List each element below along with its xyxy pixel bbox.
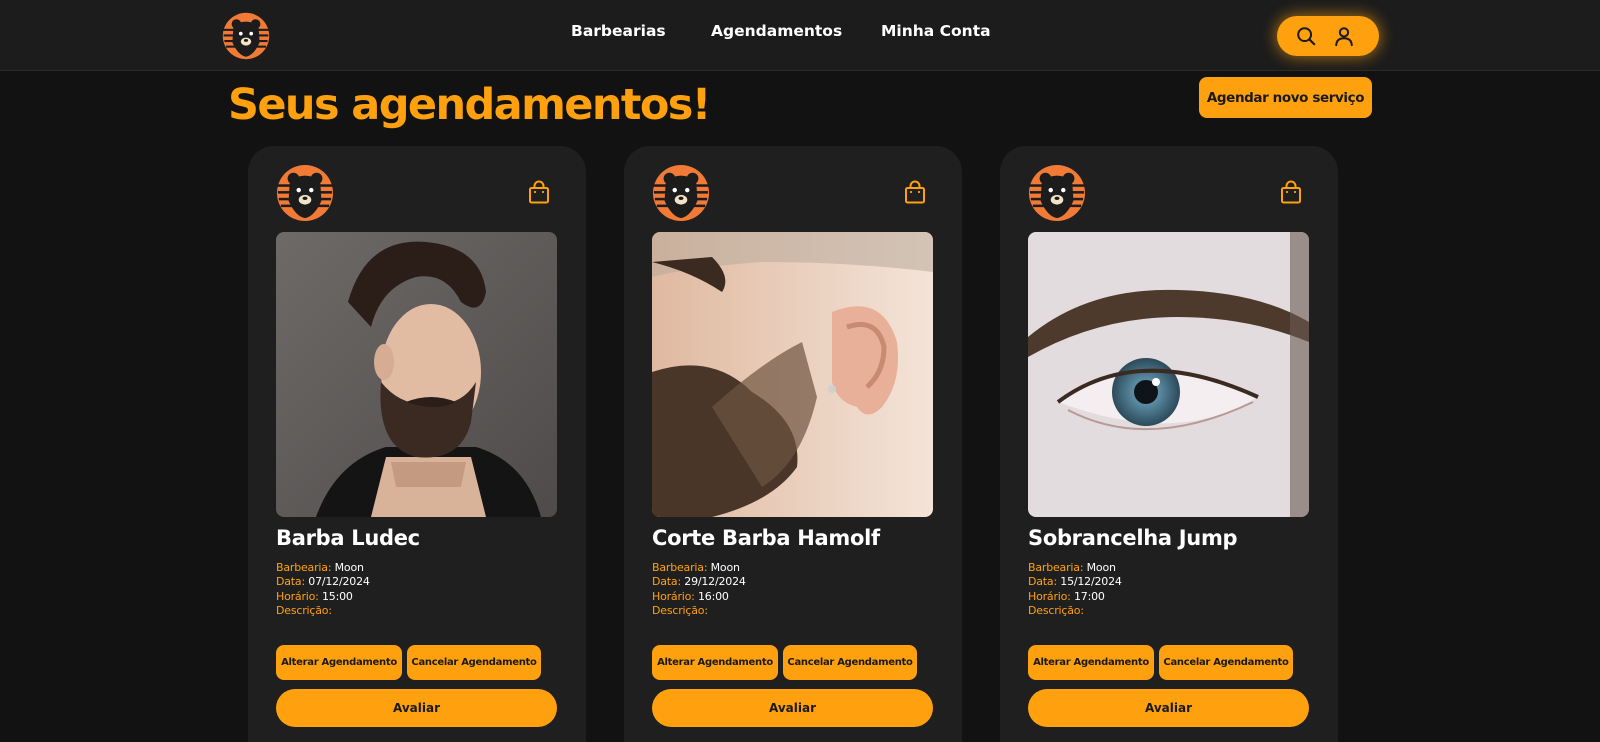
barbearia-value: Moon <box>1086 561 1116 574</box>
appointment-details: Barbearia: Moon Data: 07/12/2024 Horário… <box>276 561 370 619</box>
service-name: Barba Ludec <box>276 526 420 550</box>
description-label: Descrição: <box>652 604 708 618</box>
appointment-card: Corte Barba Hamolf Barbearia: Moon Data:… <box>624 146 962 742</box>
description-label: Descrição: <box>276 604 332 618</box>
time-label: Horário: <box>1028 589 1071 603</box>
alter-appointment-button[interactable]: Alterar Agendamento <box>276 645 402 680</box>
barbearia-label: Barbearia: <box>1028 561 1084 574</box>
brand-logo[interactable] <box>222 12 270 60</box>
nav-link-minha-conta[interactable]: Minha Conta <box>881 22 991 40</box>
date-value: 29/12/2024 <box>684 575 746 589</box>
shopping-bag-icon[interactable] <box>904 180 926 204</box>
cancel-appointment-button[interactable]: Cancelar Agendamento <box>783 645 917 680</box>
barbearia-value: Moon <box>334 561 364 574</box>
nav-link-barbearias[interactable]: Barbearias <box>571 22 666 40</box>
service-photo-eyebrow <box>1028 232 1309 517</box>
user-icon[interactable] <box>1333 25 1355 47</box>
bear-logo-icon <box>652 164 710 222</box>
appointment-details: Barbearia: Moon Data: 29/12/2024 Horário… <box>652 561 746 619</box>
time-value: 15:00 <box>321 589 353 603</box>
time-value: 17:00 <box>1073 589 1105 603</box>
date-value: 15/12/2024 <box>1060 575 1122 589</box>
date-label: Data: <box>276 575 305 589</box>
barbearia-label: Barbearia: <box>652 561 708 574</box>
barbearia-label: Barbearia: <box>276 561 332 574</box>
rate-button[interactable]: Avaliar <box>276 689 557 727</box>
nav-action-pill <box>1277 16 1379 56</box>
appointment-details: Barbearia: Moon Data: 15/12/2024 Horário… <box>1028 561 1122 619</box>
rate-button[interactable]: Avaliar <box>1028 689 1309 727</box>
nav-link-agendamentos[interactable]: Agendamentos <box>711 22 842 40</box>
bear-logo-icon <box>276 164 334 222</box>
alter-appointment-button[interactable]: Alterar Agendamento <box>652 645 778 680</box>
new-appointment-button[interactable]: Agendar novo serviço <box>1199 77 1372 118</box>
date-value: 07/12/2024 <box>308 575 370 589</box>
cancel-appointment-button[interactable]: Cancelar Agendamento <box>407 645 541 680</box>
appointment-card: Barba Ludec Barbearia: Moon Data: 07/12/… <box>248 146 586 742</box>
bear-logo-icon <box>222 12 270 60</box>
top-navbar: Barbearias Agendamentos Minha Conta <box>0 0 1600 71</box>
time-value: 16:00 <box>697 589 729 603</box>
date-label: Data: <box>652 575 681 589</box>
service-name: Corte Barba Hamolf <box>652 526 880 550</box>
bear-logo-icon <box>1028 164 1086 222</box>
service-photo-beard <box>276 232 557 517</box>
date-label: Data: <box>1028 575 1057 589</box>
shopping-bag-icon[interactable] <box>1280 180 1302 204</box>
cancel-appointment-button[interactable]: Cancelar Agendamento <box>1159 645 1293 680</box>
barbearia-value: Moon <box>710 561 740 574</box>
alter-appointment-button[interactable]: Alterar Agendamento <box>1028 645 1154 680</box>
rate-button[interactable]: Avaliar <box>652 689 933 727</box>
time-label: Horário: <box>276 589 319 603</box>
description-label: Descrição: <box>1028 604 1084 618</box>
service-photo-haircut <box>652 232 933 517</box>
search-icon[interactable] <box>1295 25 1317 47</box>
shopping-bag-icon[interactable] <box>528 180 550 204</box>
service-name: Sobrancelha Jump <box>1028 526 1238 550</box>
appointment-card: Sobrancelha Jump Barbearia: Moon Data: 1… <box>1000 146 1338 742</box>
page-title: Seus agendamentos! <box>228 80 711 130</box>
time-label: Horário: <box>652 589 695 603</box>
